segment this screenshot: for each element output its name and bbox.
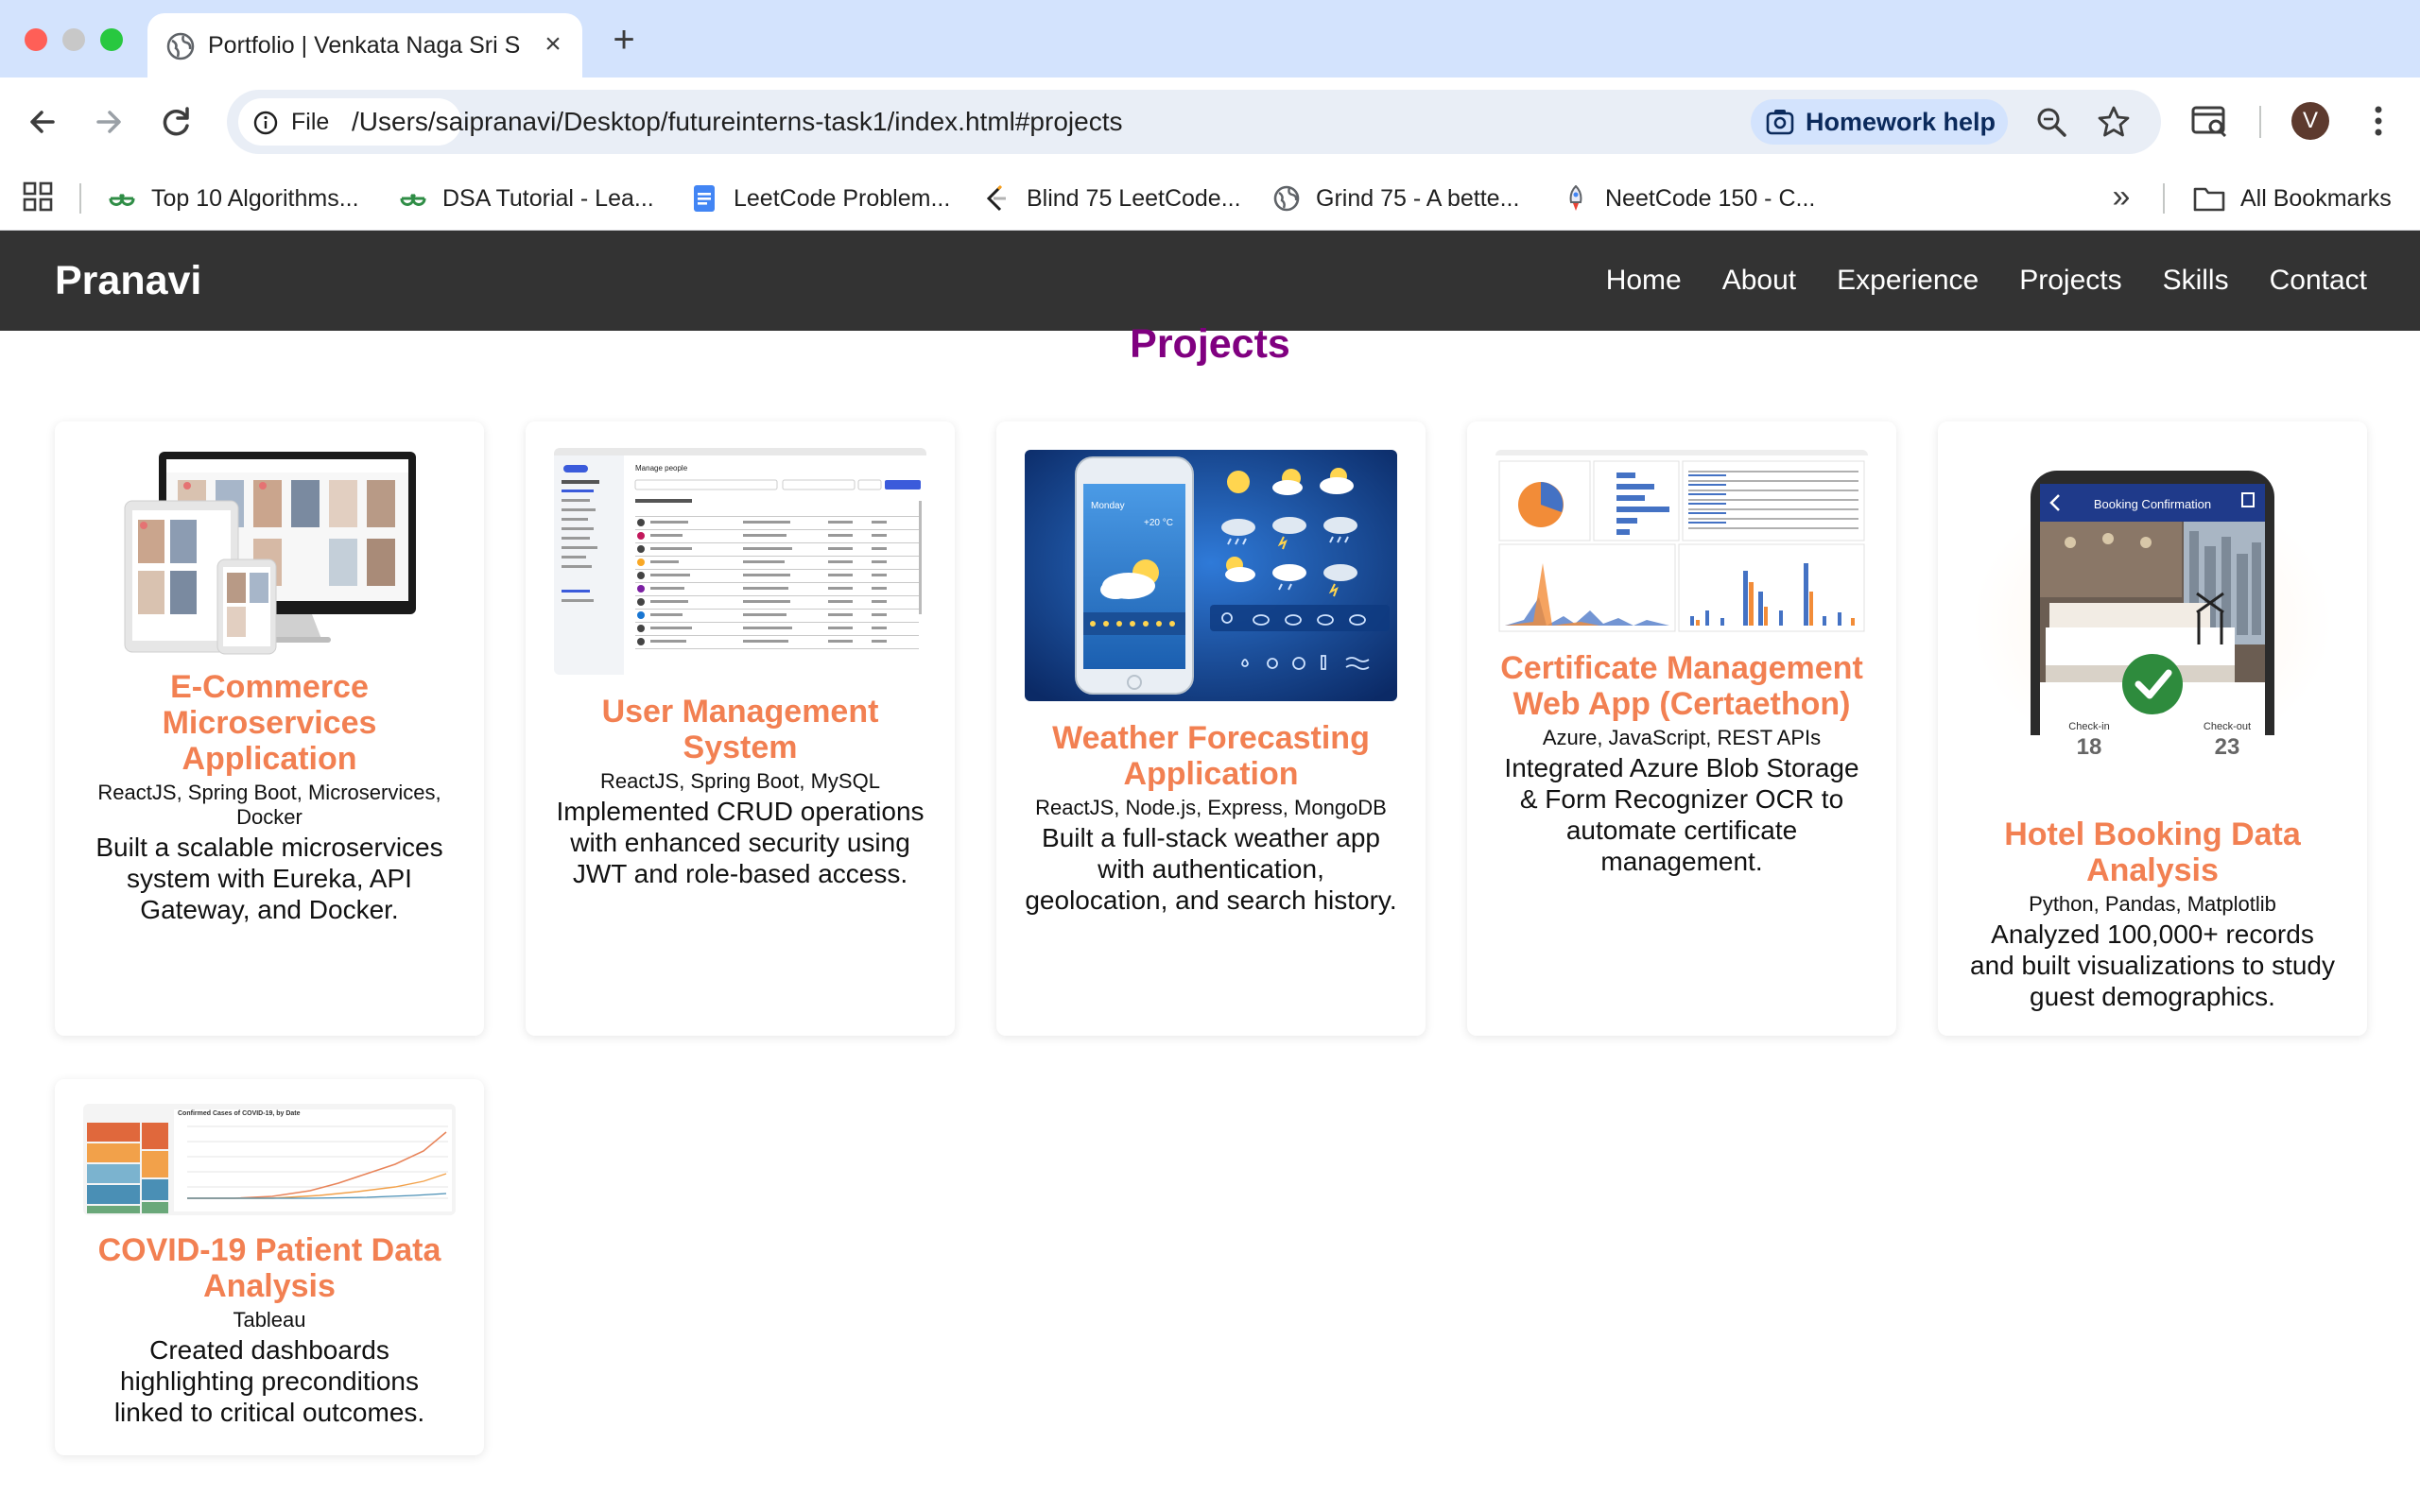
back-icon[interactable] [19, 98, 66, 146]
project-card-weather: Monday +20 °C Weather Forecasting Applic… [996, 421, 1426, 1036]
bookmark-star-icon[interactable] [2095, 103, 2133, 141]
globe-icon [166, 32, 195, 60]
project-card-body: Hotel Booking Data Analysis Python, Pand… [1966, 816, 2339, 1012]
profile-avatar[interactable]: V [2291, 102, 2329, 140]
weather-day-label: Monday [1091, 501, 1125, 511]
zoom-icon[interactable] [2032, 103, 2070, 141]
project-tech-stack: ReactJS, Spring Boot, Microservices, Doc… [97, 781, 441, 829]
project-tech-stack: ReactJS, Spring Boot, MySQL [600, 769, 880, 793]
browser-tab-strip: Portfolio | Venkata Naga Sri Sai Pranavi… [0, 0, 2420, 77]
browser-tab-active[interactable]: Portfolio | Venkata Naga Sri Sai Pranavi… [147, 13, 582, 77]
project-card-body: COVID-19 Patient Data Analysis Tableau C… [83, 1232, 456, 1428]
projects-section-title: Projects [1130, 321, 1290, 367]
bookmarks-divider [2163, 183, 2165, 214]
all-bookmarks-label: All Bookmarks [2240, 185, 2392, 212]
project-title: Hotel Booking Data Analysis [2004, 816, 2301, 888]
info-icon [253, 111, 278, 135]
checkout-label: Check-out [2204, 721, 2251, 732]
hotel-booking-thumbnail: Booking Confirmation Check-in 18 Check-o… [1966, 471, 2339, 782]
new-tab-button[interactable]: + [603, 19, 645, 60]
window-minimize-button[interactable] [62, 28, 85, 51]
url-field[interactable]: /Users/saipranavi/Desktop/futureinterns-… [350, 90, 1295, 154]
project-description: Built a full-stack weather app with auth… [1025, 823, 1397, 915]
homework-help-label: Homework help [1806, 108, 1996, 136]
globe-icon [1273, 185, 1300, 212]
manage-people-thumbnail: Manage people [554, 448, 926, 675]
bookmark-label: LeetCode Problem... [734, 185, 951, 212]
project-tech-stack: Python, Pandas, Matplotlib [2029, 892, 2276, 916]
tab-close-icon[interactable]: × [537, 28, 569, 60]
project-title: E-Commerce Microservices Application [162, 669, 377, 777]
forward-icon[interactable] [85, 98, 132, 146]
project-tech-stack: ReactJS, Node.js, Express, MongoDB [1035, 796, 1387, 819]
rocket-icon [1569, 185, 1582, 211]
window-close-button[interactable] [25, 28, 47, 51]
homework-help-button[interactable]: Homework help [1751, 99, 2008, 145]
leetcode-icon [986, 185, 1006, 212]
project-card-body: Weather Forecasting Application ReactJS,… [1025, 720, 1397, 916]
bookmark-label: Top 10 Algorithms... [151, 185, 359, 212]
tab-title: Portfolio | Venkata Naga Sri Sai Pranavi [208, 32, 520, 59]
project-tech-stack: Tableau [233, 1308, 306, 1332]
project-card-body: E-Commerce Microservices Application Rea… [83, 669, 456, 925]
more-bookmarks-chevron-icon[interactable]: » [2102, 178, 2140, 215]
project-card-certaethon: Certificate Management Web App (Certaeth… [1467, 421, 1896, 1036]
google-docs-icon [694, 185, 715, 212]
menu-kebab-icon[interactable] [2358, 100, 2399, 142]
site-chip-label: File [291, 109, 330, 135]
checkin-day: 18 [2077, 734, 2102, 760]
project-card-body: Certificate Management Web App (Certaeth… [1495, 650, 1868, 877]
project-tech-stack: Azure, JavaScript, REST APIs [1542, 726, 1822, 749]
project-title: COVID-19 Patient Data Analysis [97, 1232, 441, 1304]
project-title: Weather Forecasting Application [1052, 720, 1370, 792]
reload-icon[interactable] [153, 98, 200, 146]
bookmark-label: Grind 75 - A bette... [1316, 185, 1520, 212]
project-description: Created dashboards highlighting precondi… [113, 1335, 425, 1427]
checkout-day: 23 [2215, 734, 2240, 760]
address-bar[interactable]: File /Users/saipranavi/Desktop/futureint… [227, 90, 2161, 154]
window-maximize-button[interactable] [100, 28, 123, 51]
project-card-user-management: Manage people User Management System Rea… [526, 421, 955, 1036]
covid-dashboard-thumbnail: Confirmed Cases of COVID-19, by Date [83, 1104, 456, 1215]
weather-app-thumbnail: Monday +20 °C [1025, 450, 1397, 701]
toolbar-divider [2259, 106, 2261, 138]
folder-icon [2193, 187, 2225, 212]
weather-temp-label: +20 °C [1144, 518, 1173, 528]
project-title: User Management System [601, 694, 879, 765]
project-title: Certificate Management Web App (Certaeth… [1500, 650, 1863, 722]
url-text: /Users/saipranavi/Desktop/futureinterns-… [352, 107, 1123, 136]
covid-chart-heading: Confirmed Cases of COVID-19, by Date [178, 1110, 301, 1117]
browser-toolbar: File /Users/saipranavi/Desktop/futureint… [0, 77, 2420, 166]
geeksforgeeks-icon [400, 193, 426, 206]
ecommerce-devices-thumbnail [83, 444, 456, 662]
project-description: Built a scalable microservices system wi… [95, 833, 443, 924]
bookmarks-divider [79, 183, 81, 214]
project-card-hotel-booking: Booking Confirmation Check-in 18 Check-o… [1938, 421, 2367, 1036]
project-description: Integrated Azure Blob Storage & Form Rec… [1504, 753, 1859, 876]
project-card-body: User Management System ReactJS, Spring B… [554, 694, 926, 889]
bookmark-label: NeetCode 150 - C... [1605, 185, 1816, 212]
manage-people-heading: Manage people [635, 464, 688, 472]
apps-grid-icon[interactable] [23, 181, 53, 212]
bookmark-label: DSA Tutorial - Lea... [442, 185, 654, 212]
project-card-ecommerce: E-Commerce Microservices Application Rea… [55, 421, 484, 1036]
lens-icon [1766, 110, 1794, 135]
bookmark-label: Blind 75 LeetCode... [1027, 185, 1241, 212]
booking-confirmation-header: Booking Confirmation [2094, 497, 2211, 511]
geeksforgeeks-icon [109, 193, 135, 206]
checkin-label: Check-in [2068, 721, 2109, 732]
project-description: Analyzed 100,000+ records and built visu… [1970, 919, 2335, 1011]
project-card-covid: Confirmed Cases of COVID-19, by Date COV… [55, 1079, 484, 1455]
tab-search-icon[interactable] [2189, 100, 2231, 142]
project-description: Implemented CRUD operations with enhance… [556, 797, 925, 888]
dashboard-thumbnail [1495, 450, 1868, 635]
